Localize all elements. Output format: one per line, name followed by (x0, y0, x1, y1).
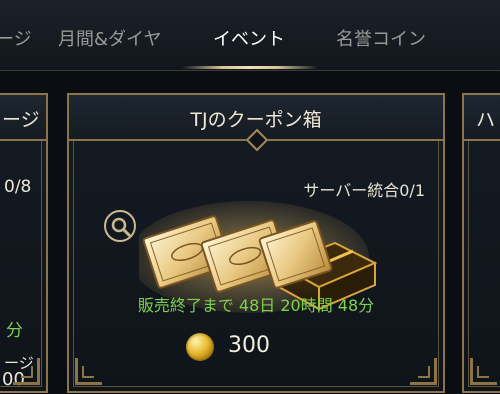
tab-event[interactable]: イベント (213, 0, 285, 70)
sale-end-timer: 販売終了まで 48日 20時間 48分 (137, 296, 375, 315)
tab-monthly-diamond[interactable]: 月間&ダイヤ (58, 0, 162, 70)
purchase-limit: 0/8 (4, 177, 32, 197)
corner-ornament (75, 358, 102, 385)
product-card-right[interactable]: ハ (462, 93, 500, 393)
card-header: ハ (464, 95, 500, 141)
tab-honor-coin[interactable]: 名誉コイン (336, 0, 426, 70)
tab-partial-left[interactable]: ージ (0, 0, 32, 70)
price-value: 300 (228, 333, 270, 358)
card-header: ージ (0, 95, 46, 141)
card-title: ージ (2, 109, 40, 131)
tab-bar: ージ 月間&ダイヤ イベント 名誉コイン (0, 0, 500, 71)
timer-fragment: 分 (6, 321, 23, 341)
active-tab-indicator (182, 66, 318, 69)
card-title: ハ (476, 109, 496, 131)
corner-ornament (470, 358, 497, 385)
product-card-left[interactable]: ージ 0/8 分 ージ 00 (0, 93, 48, 393)
gold-coin-icon (186, 333, 214, 361)
magnifier-icon[interactable] (104, 210, 136, 242)
corner-ornament (13, 358, 40, 385)
corner-ornament (410, 358, 437, 385)
